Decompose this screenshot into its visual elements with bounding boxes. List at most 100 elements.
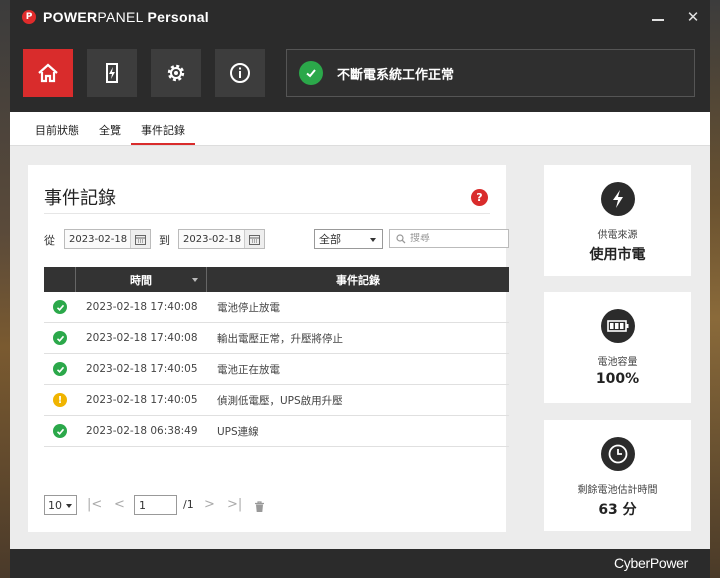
next-page-button[interactable]: > (204, 497, 215, 512)
power-source-card: 供電來源 使用市電 (544, 165, 691, 276)
event-column-header: 事件記錄 (336, 273, 380, 287)
first-page-button[interactable]: |< (87, 497, 102, 512)
lightning-icon (600, 182, 635, 216)
table-row[interactable]: ! 2023-02-18 17:40:05 偵測低電壓，UPS啟用升壓 (44, 385, 509, 416)
divider (44, 213, 490, 214)
trash-icon[interactable] (254, 498, 265, 517)
table-row[interactable]: 2023-02-18 17:40:08 電池停止放電 (44, 292, 509, 323)
search-input[interactable] (410, 233, 505, 244)
row-event: 電池正在放電 (217, 363, 280, 376)
gear-icon (167, 64, 185, 82)
powerpanel-logo-icon: P (22, 10, 36, 24)
row-time: 2023-02-18 17:40:08 (86, 332, 198, 344)
last-page-button[interactable]: >| (227, 497, 242, 512)
to-date-value: 2023-02-18 (183, 233, 242, 245)
table-header: 時間 事件記錄 (44, 267, 509, 292)
runtime-label: 剩餘電池估計時間 (577, 485, 658, 496)
page-number-input[interactable]: 1 (134, 495, 177, 515)
row-time: 2023-02-18 17:40:05 (86, 394, 198, 406)
minimize-icon (652, 19, 664, 21)
to-date-field[interactable]: 2023-02-18 (178, 229, 265, 249)
page-size-value: 10 (48, 498, 62, 512)
page-total: /1 (183, 498, 194, 511)
event-table: 時間 事件記錄 2023-02-18 17:40:08 電池停止放電 2023-… (44, 267, 509, 447)
ok-status-icon (53, 424, 67, 438)
battery-capacity-label: 電池容量 (597, 357, 638, 368)
category-select-value: 全部 (319, 233, 341, 246)
table-row[interactable]: 2023-02-18 17:40:05 電池正在放電 (44, 354, 509, 385)
from-label: 從 (44, 234, 55, 247)
power-source-value: 使用市電 (589, 247, 646, 263)
nav-settings-button[interactable] (151, 49, 201, 97)
app-window: P POWERPANEL Personal ✕ 不斷電系統工作正常 目前狀態 全… (10, 0, 710, 578)
row-time: 2023-02-18 17:40:08 (86, 301, 198, 313)
page-title: 事件記錄 (44, 188, 116, 209)
chevron-down-icon (66, 504, 72, 508)
ok-status-icon (53, 362, 67, 376)
app-title-edition: Personal (147, 9, 209, 25)
app-title-power: POWER (43, 9, 98, 25)
ok-status-icon (53, 331, 67, 345)
calendar-icon[interactable] (130, 230, 150, 248)
to-label: 到 (159, 234, 170, 247)
row-event: 電池停止放電 (217, 301, 280, 314)
check-icon (299, 61, 323, 85)
time-column-label: 時間 (130, 273, 152, 287)
search-box[interactable] (389, 229, 509, 248)
nav-power-button[interactable] (87, 49, 137, 97)
title-bar: P POWERPANEL Personal ✕ (10, 0, 710, 34)
from-date-field[interactable]: 2023-02-18 (64, 229, 151, 249)
close-button[interactable]: ✕ (686, 8, 700, 26)
table-row[interactable]: 2023-02-18 06:38:49 UPS連線 (44, 416, 509, 447)
desktop-background-left (0, 0, 10, 578)
row-event: UPS連線 (217, 425, 259, 438)
calendar-icon[interactable] (244, 230, 264, 248)
pagination: 10 |< < 1 /1 > >| (44, 495, 294, 515)
sort-down-icon (192, 278, 198, 282)
cyberpower-logo: CyberPower (613, 555, 688, 571)
footer: CyberPower (10, 549, 710, 578)
minimize-button[interactable] (652, 13, 666, 21)
row-event: 輸出電壓正常，升壓將停止 (217, 332, 343, 345)
runtime-card: 剩餘電池估計時間 63 分 (544, 420, 691, 531)
from-date-value: 2023-02-18 (69, 233, 128, 245)
status-box: 不斷電系統工作正常 (286, 49, 695, 97)
power-flash-icon (106, 63, 118, 83)
app-title: POWERPANEL Personal (43, 9, 209, 25)
category-select[interactable]: 全部 (314, 229, 383, 249)
page-size-select[interactable]: 10 (44, 495, 77, 515)
chevron-down-icon (370, 238, 376, 242)
search-icon (396, 233, 406, 243)
warning-status-icon: ! (53, 393, 67, 407)
nav-info-button[interactable] (215, 49, 265, 97)
event-log-panel: 事件記錄 ? 從 2023-02-18 到 2023-02-18 全部 搜尋 時… (28, 165, 509, 532)
info-icon (230, 63, 250, 83)
status-text: 不斷電系統工作正常 (337, 67, 455, 83)
tab-current-status[interactable]: 目前狀態 (35, 122, 79, 145)
tab-event-log[interactable]: 事件記錄 (131, 122, 195, 145)
row-time: 2023-02-18 06:38:49 (86, 425, 198, 437)
row-event: 偵測低電壓，UPS啟用升壓 (217, 394, 343, 407)
tab-bar: 目前狀態 全覽 事件記錄 (10, 112, 710, 146)
row-time: 2023-02-18 17:40:05 (86, 363, 198, 375)
header: 不斷電系統工作正常 (10, 34, 710, 112)
runtime-value: 63 分 (598, 502, 637, 518)
battery-capacity-value: 100% (595, 371, 640, 387)
time-column-header[interactable]: 時間 (76, 267, 207, 292)
prev-page-button[interactable]: < (114, 497, 125, 512)
tab-overview[interactable]: 全覽 (99, 122, 121, 145)
battery-capacity-card: 電池容量 100% (544, 292, 691, 403)
ok-status-icon (53, 300, 67, 314)
power-source-label: 供電來源 (597, 230, 638, 241)
help-icon[interactable]: ? (471, 189, 488, 206)
table-row[interactable]: 2023-02-18 17:40:08 輸出電壓正常，升壓將停止 (44, 323, 509, 354)
desktop-background-right (710, 0, 720, 578)
filter-row: 從 2023-02-18 到 2023-02-18 全部 (44, 229, 509, 249)
home-icon (38, 63, 58, 83)
status-column-header (44, 267, 76, 292)
clock-icon (600, 437, 635, 471)
nav-home-button[interactable] (23, 49, 73, 97)
battery-icon (600, 309, 635, 343)
app-title-panel: PANEL (97, 9, 144, 25)
close-icon: ✕ (686, 8, 700, 26)
